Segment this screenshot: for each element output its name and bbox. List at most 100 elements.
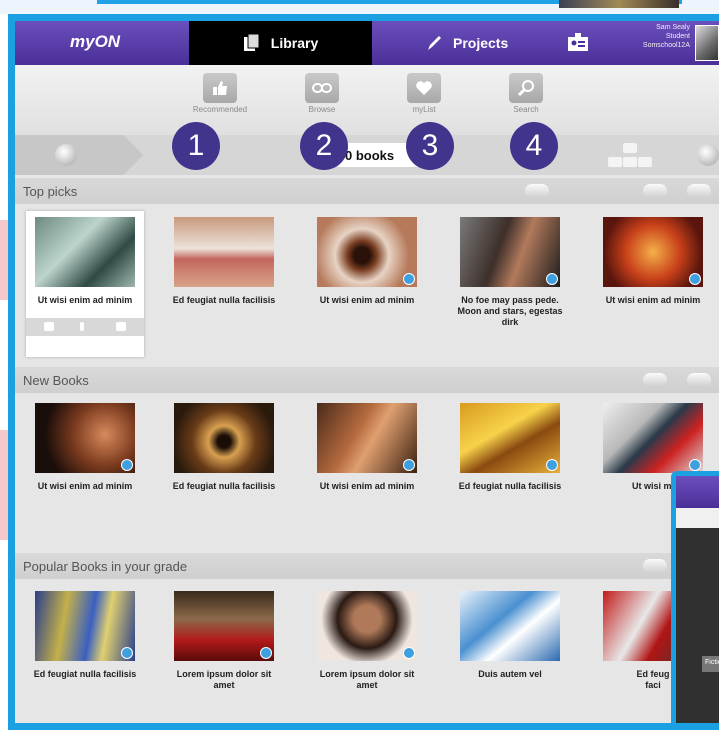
book-card[interactable]: No foe may pass pede. Moon and stars, eg… (451, 211, 569, 328)
heart-icon[interactable] (116, 322, 126, 331)
section-header-popular: Popular Books in your grade (15, 553, 719, 579)
book-title: Ut wisi enim ad minim (319, 481, 415, 491)
more-options-icon[interactable] (525, 184, 549, 198)
callout-2: 2 (300, 122, 348, 170)
user-info: Sam Sealy Student Somschool12A (600, 23, 690, 50)
thumbs-up-icon (213, 81, 227, 95)
book-cover[interactable] (174, 217, 274, 287)
tool-label: Search (513, 105, 539, 114)
shelf-toggle-icon[interactable] (55, 144, 77, 166)
badge-icon[interactable] (567, 32, 589, 52)
book-title: Ed feugiat nulla facilisis (172, 481, 276, 491)
section-header-new-books: New Books (15, 367, 719, 393)
book-cover[interactable] (317, 591, 417, 661)
book-cover[interactable] (174, 591, 274, 661)
section-title: Top picks (23, 184, 78, 199)
book-card[interactable]: Duis autem vel (451, 585, 569, 680)
book-card[interactable]: Ed feugiat nulla facilisis (165, 397, 283, 492)
book-card[interactable]: Ut wisi enim ad minim (594, 211, 712, 306)
book-card[interactable]: Ed feugiat nulla facilisis (451, 397, 569, 492)
settings-icon[interactable] (697, 144, 719, 166)
section-title: Popular Books in your grade (23, 559, 188, 574)
library-toolbar: Recommended Browse myList Search (15, 65, 719, 135)
book-cover[interactable] (460, 217, 560, 287)
book-title: Ed feugiat nulla facilisis (172, 295, 276, 305)
book-cover[interactable] (35, 217, 135, 287)
tool-label: myList (412, 105, 436, 114)
book-title: No foe may pass pede. Moon and stars, eg… (457, 295, 563, 327)
book-cover[interactable] (35, 403, 135, 473)
tool-label: Browse (308, 105, 336, 114)
format-badge-icon (403, 273, 415, 285)
section-title: New Books (23, 373, 89, 388)
search-button[interactable]: Search (493, 73, 559, 114)
recommended-button[interactable]: Recommended (187, 73, 253, 114)
top-navbar: myON Library Projects Sam Sealy Student … (15, 21, 719, 65)
filter-strip: 0 books (15, 135, 719, 175)
book-cover[interactable] (174, 403, 274, 473)
book-cover[interactable] (603, 217, 703, 287)
scroll-right-button[interactable] (687, 184, 711, 198)
user-school: Somschool12A (642, 42, 690, 49)
scroll-left-button[interactable] (643, 373, 667, 387)
previous-shelf-button[interactable] (15, 135, 143, 175)
format-badge-icon (546, 459, 558, 471)
user-name: Sam Sealy (656, 24, 690, 31)
read-icon[interactable] (44, 322, 54, 331)
format-badge-icon (121, 459, 133, 471)
book-card[interactable]: Ed feugiat nulla facilisis (26, 585, 144, 680)
book-title-part: Ut wisi (631, 481, 661, 491)
heart-icon (416, 81, 432, 95)
book-cover[interactable] (460, 403, 560, 473)
pencil-icon (428, 36, 441, 50)
book-actions (26, 318, 144, 336)
overlay-window[interactable]: Fiction (671, 471, 719, 723)
callout-1: 1 (172, 122, 220, 170)
app-frame: myON Library Projects Sam Sealy Student … (8, 14, 719, 730)
book-card[interactable]: Lorem ipsum dolor sit amet (165, 585, 283, 691)
book-card[interactable]: Ut wisi enim ad minim (308, 211, 426, 306)
book-card[interactable]: Lorem ipsum dolor sit amet (308, 585, 426, 691)
view-layout-icon[interactable] (600, 143, 660, 169)
book-title: Lorem ipsum dolor sit amet (319, 669, 415, 690)
callout-3: 3 (406, 122, 454, 170)
books-icon (243, 33, 260, 51)
book-title: Ut wisi enim ad minim (37, 481, 133, 491)
book-title: Ut wisi enim ad minim (319, 295, 415, 305)
book-cover[interactable] (35, 591, 135, 661)
nav-tab-label: Projects (453, 35, 509, 51)
book-card[interactable]: Ut wisi enim ad minim (26, 211, 144, 357)
format-badge-icon (546, 273, 558, 285)
magnifier-icon (517, 80, 534, 97)
divider-icon (80, 322, 84, 331)
book-title: Ed feugiat nulla facilisis (33, 669, 137, 679)
book-cover[interactable] (317, 217, 417, 287)
book-card[interactable]: Ed feugiat nulla facilisis (165, 211, 283, 306)
myon-logo[interactable]: myON (70, 32, 120, 52)
book-card[interactable]: Ut wisi enim ad minim (26, 397, 144, 492)
avatar[interactable] (695, 25, 719, 61)
scroll-left-button[interactable] (643, 184, 667, 198)
tool-label: Recommended (192, 105, 248, 114)
nav-tab-projects[interactable]: Projects (425, 21, 508, 65)
section-header-top-picks: Top picks (15, 178, 719, 204)
book-cover[interactable] (317, 403, 417, 473)
format-badge-icon (403, 459, 415, 471)
book-cover[interactable] (603, 403, 703, 473)
mylist-button[interactable]: myList (391, 73, 457, 114)
book-cover[interactable] (460, 591, 560, 661)
chain-icon (312, 83, 332, 93)
browse-button[interactable]: Browse (289, 73, 355, 114)
overlay-toolbar (676, 508, 719, 528)
scroll-left-button[interactable] (643, 559, 667, 573)
callout-4: 4 (510, 122, 558, 170)
nav-tab-library[interactable]: Library (189, 21, 372, 65)
background-strip (0, 0, 719, 14)
nav-tab-label: Library (270, 35, 319, 51)
scroll-right-button[interactable] (687, 373, 711, 387)
book-title-part: faci (645, 680, 661, 690)
overlay-titlebar (676, 476, 719, 508)
book-card[interactable]: Ut wisi enim ad minim (308, 397, 426, 492)
overlay-genre-field[interactable]: Fiction (702, 656, 719, 672)
background-photo (559, 0, 679, 8)
